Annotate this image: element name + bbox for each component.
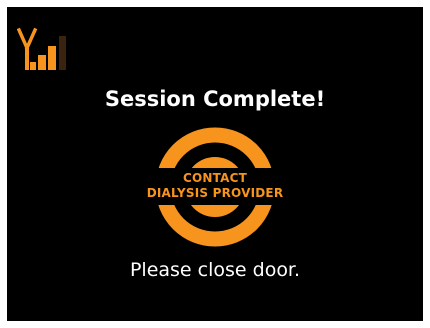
signal-strength-indicator [16, 22, 87, 72]
alert-line-1: CONTACT [183, 171, 247, 185]
alert-line-2: DIALYSIS PROVIDER [146, 186, 284, 200]
signal-bar-2 [38, 55, 46, 70]
signal-bar-1 [30, 62, 36, 70]
signal-bar-4 [59, 36, 66, 70]
instruction-message: Please close door. [129, 259, 301, 281]
signal-bar-3 [48, 46, 56, 70]
alert-emblem: CONTACT DIALYSIS PROVIDER [145, 125, 285, 250]
cellular-signal-icon [16, 27, 66, 70]
page-title: Session Complete! [104, 87, 326, 111]
device-screen: Session Complete! CONTACT DIALYSIS PROVI… [7, 7, 423, 321]
